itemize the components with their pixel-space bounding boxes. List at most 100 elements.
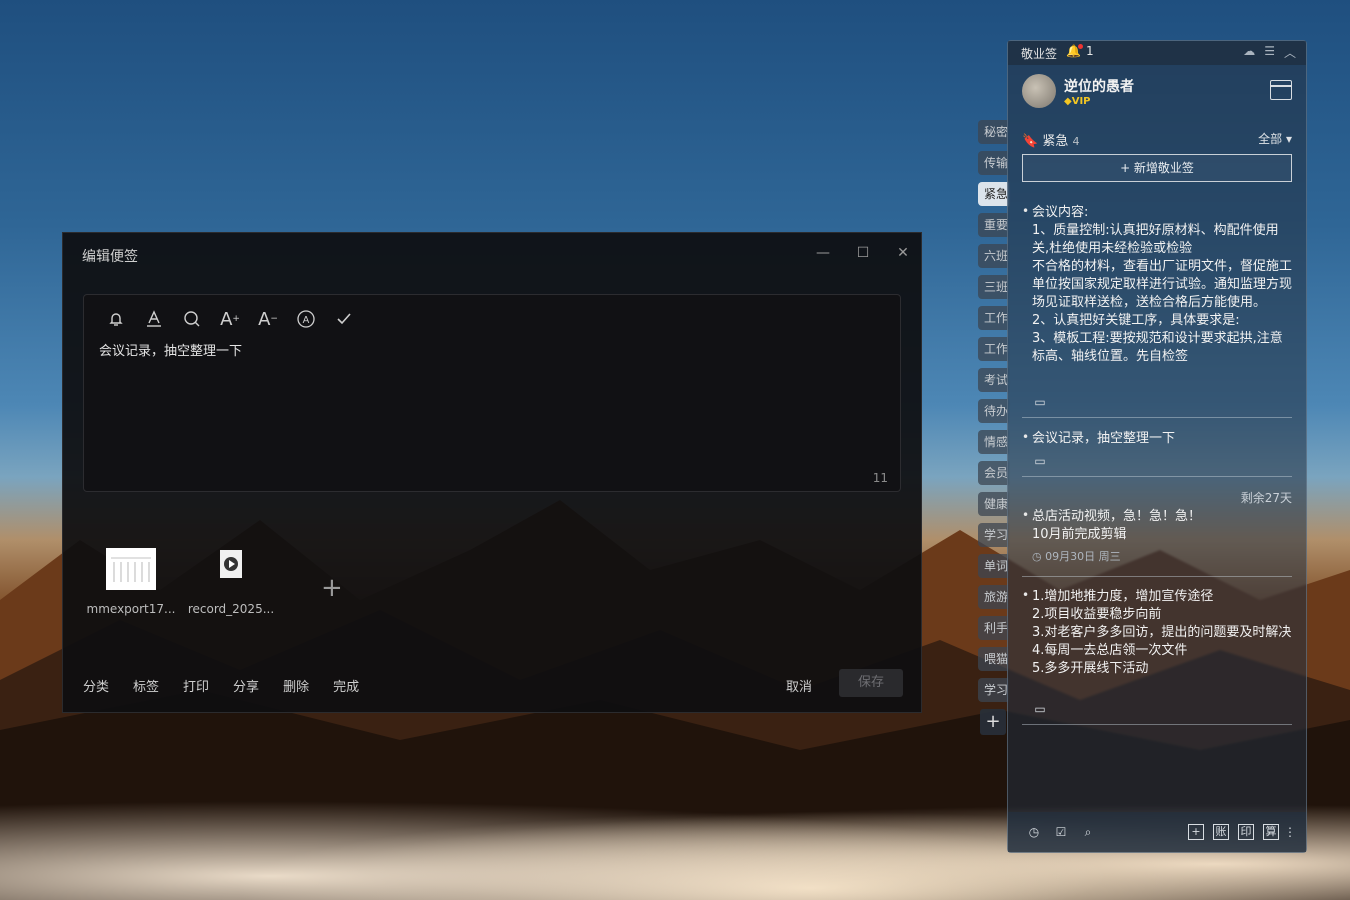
tab-class3[interactable]: 三班 (978, 275, 1008, 299)
auto-format-icon[interactable]: A (292, 307, 320, 331)
divider (1022, 724, 1292, 725)
tab-important[interactable]: 重要 (978, 213, 1008, 237)
more-icon[interactable]: ⋮ (1284, 824, 1296, 840)
ledger-icon[interactable]: 账 (1213, 824, 1229, 840)
tab-health[interactable]: 健康 (978, 492, 1008, 516)
calculator-icon[interactable]: 算 (1263, 824, 1279, 840)
text-color-icon[interactable] (140, 307, 168, 331)
tab-lishou[interactable]: 利手 (978, 616, 1008, 640)
cancel-button[interactable]: 取消 (786, 676, 812, 695)
filter-label: 全部 (1258, 132, 1283, 146)
attachment-name: mmexport17... (86, 602, 176, 616)
note-text: 会议内容: 1、质量控制:认真把好原材料、构配件使用关,杜绝使用未经检验或检验 … (1032, 205, 1293, 364)
note-item[interactable]: • 会议记录，抽空整理一下 (1022, 430, 1294, 448)
notification-count: 1 (1085, 44, 1094, 58)
tab-exam[interactable]: 考试 (978, 368, 1008, 392)
username: 逆位的愚者 (1064, 79, 1134, 95)
font-increase-icon[interactable]: A + (216, 307, 244, 331)
category-name: 紧急 (1042, 134, 1069, 149)
reminder-date: 09月30日 周三 (1045, 550, 1121, 563)
cloud-sync-icon[interactable]: ☁ (1243, 44, 1255, 61)
category-filter[interactable]: 🔖 紧急 4 (1022, 130, 1079, 149)
clock-icon: ◷ (1032, 550, 1042, 563)
search-icon[interactable]: ⌕ (1080, 824, 1096, 840)
print-icon[interactable]: 印 (1238, 824, 1254, 840)
tab-travel[interactable]: 旅游 (978, 585, 1008, 609)
vip-label: VIP (1071, 96, 1091, 107)
menu-icon[interactable]: ☰ (1264, 44, 1275, 61)
tab-work[interactable]: 工作 (978, 306, 1008, 330)
bullet-dot: • (1022, 588, 1030, 602)
note-text[interactable]: 会议记录，抽空整理一下 (99, 340, 242, 359)
panel-tools: ☁ ☰ ︿ (1243, 44, 1296, 61)
note-attachment-icon[interactable]: ▭ (1032, 453, 1048, 469)
tab-study-2[interactable]: 学习 (978, 678, 1008, 702)
collapse-icon[interactable]: ︿ (1284, 44, 1296, 61)
search-icon[interactable] (178, 307, 206, 331)
checklist-icon[interactable]: ☑ (1053, 824, 1069, 840)
close-icon[interactable]: ✕ (890, 243, 916, 263)
edit-note-window: 编辑便签 — ☐ ✕ A + A − A 会议记录，抽空整理一下 11 mmex… (62, 232, 922, 713)
divider (1022, 476, 1292, 477)
tag-button[interactable]: 标签 (133, 676, 159, 695)
clock-icon[interactable]: ◷ (1026, 824, 1042, 840)
avatar[interactable] (1022, 74, 1056, 108)
checkmark-icon[interactable] (330, 307, 358, 331)
calendar-icon[interactable] (1270, 80, 1292, 100)
app-name: 敬业签 (1021, 47, 1058, 61)
minimize-icon[interactable]: — (810, 243, 836, 263)
note-item[interactable]: • 会议内容: 1、质量控制:认真把好原材料、构配件使用关,杜绝使用未经检验或检… (1022, 204, 1294, 390)
done-button[interactable]: 完成 (333, 676, 359, 695)
attachment-video[interactable]: record_2025... (181, 548, 281, 616)
attachment-name: record_2025... (187, 602, 275, 616)
category-tabs: 秘密 传输 紧急 重要 六班 三班 工作 工作 考试 待办 情感 会员 健康 学… (978, 120, 1008, 735)
share-button[interactable]: 分享 (233, 676, 259, 695)
char-counter: 11 (872, 471, 888, 485)
note-attachment-icon[interactable]: ▭ (1032, 701, 1048, 717)
add-note-button[interactable]: + 新增敬业签 (1022, 154, 1292, 182)
editor-action-bar: 分类 标签 打印 分享 删除 完成 (83, 676, 383, 695)
delete-button[interactable]: 删除 (283, 676, 309, 695)
remaining-days: 剩余27天 (1240, 491, 1292, 505)
bullet-dot: • (1022, 204, 1030, 218)
tab-feed-cat[interactable]: 喂猫 (978, 647, 1008, 671)
tab-study[interactable]: 学习 (978, 523, 1008, 547)
font-decrease-icon[interactable]: A − (254, 307, 282, 331)
notification-bell[interactable]: 🔔 1 (1066, 44, 1094, 58)
divider (1022, 576, 1292, 577)
add-icon[interactable]: + (1188, 824, 1204, 840)
add-tab-button[interactable]: + (980, 709, 1006, 735)
note-editor[interactable]: A + A − A 会议记录，抽空整理一下 11 (83, 294, 901, 492)
note-reminder: ◷ 09月30日 周三 (1032, 548, 1294, 564)
tab-secret[interactable]: 秘密 (978, 120, 1008, 144)
note-item[interactable]: • 总店活动视频，急！急！急！ 10月前完成剪辑 ◷ 09月30日 周三 (1022, 508, 1294, 564)
tab-todo[interactable]: 待办 (978, 399, 1008, 423)
caret-down-icon: ▾ (1285, 132, 1292, 146)
tab-urgent[interactable]: 紧急 (978, 182, 1008, 206)
notification-dot (1077, 44, 1083, 49)
tab-member[interactable]: 会员 (978, 461, 1008, 485)
filter-dropdown[interactable]: 全部 ▾ (1258, 130, 1292, 147)
note-text: 1.增加地推力度，增加宣传途径 2.项目收益要稳步向前 3.对老客户多多回访，提… (1032, 589, 1292, 676)
tab-words[interactable]: 单词 (978, 554, 1008, 578)
tab-work-2[interactable]: 工作 (978, 337, 1008, 361)
bookmark-icon: 🔖 (1022, 134, 1039, 149)
save-button[interactable]: 保存 (839, 669, 903, 697)
maximize-icon[interactable]: ☐ (850, 243, 876, 263)
attachment-image[interactable]: mmexport17... (81, 548, 181, 616)
reminder-bell-icon[interactable] (102, 307, 130, 331)
format-toolbar: A + A − A (102, 307, 358, 331)
bullet-dot: • (1022, 430, 1030, 444)
category-button[interactable]: 分类 (83, 676, 109, 695)
tab-emotion[interactable]: 情感 (978, 430, 1008, 454)
note-item[interactable]: • 1.增加地推力度，增加宣传途径 2.项目收益要稳步向前 3.对老客户多多回访… (1022, 588, 1294, 678)
add-attachment-icon[interactable]: + (321, 573, 343, 603)
video-file-icon (206, 548, 256, 590)
print-button[interactable]: 打印 (183, 676, 209, 695)
tab-transfer[interactable]: 传输 (978, 151, 1008, 175)
tab-class6[interactable]: 六班 (978, 244, 1008, 268)
note-attachment-icon[interactable]: ▭ (1032, 394, 1048, 410)
panel-bottom-toolbar: ◷ ☑ ⌕ + 账 印 算 ⋮ (1008, 812, 1306, 852)
image-thumbnail (106, 548, 156, 590)
note-text: 会议记录，抽空整理一下 (1032, 431, 1176, 446)
